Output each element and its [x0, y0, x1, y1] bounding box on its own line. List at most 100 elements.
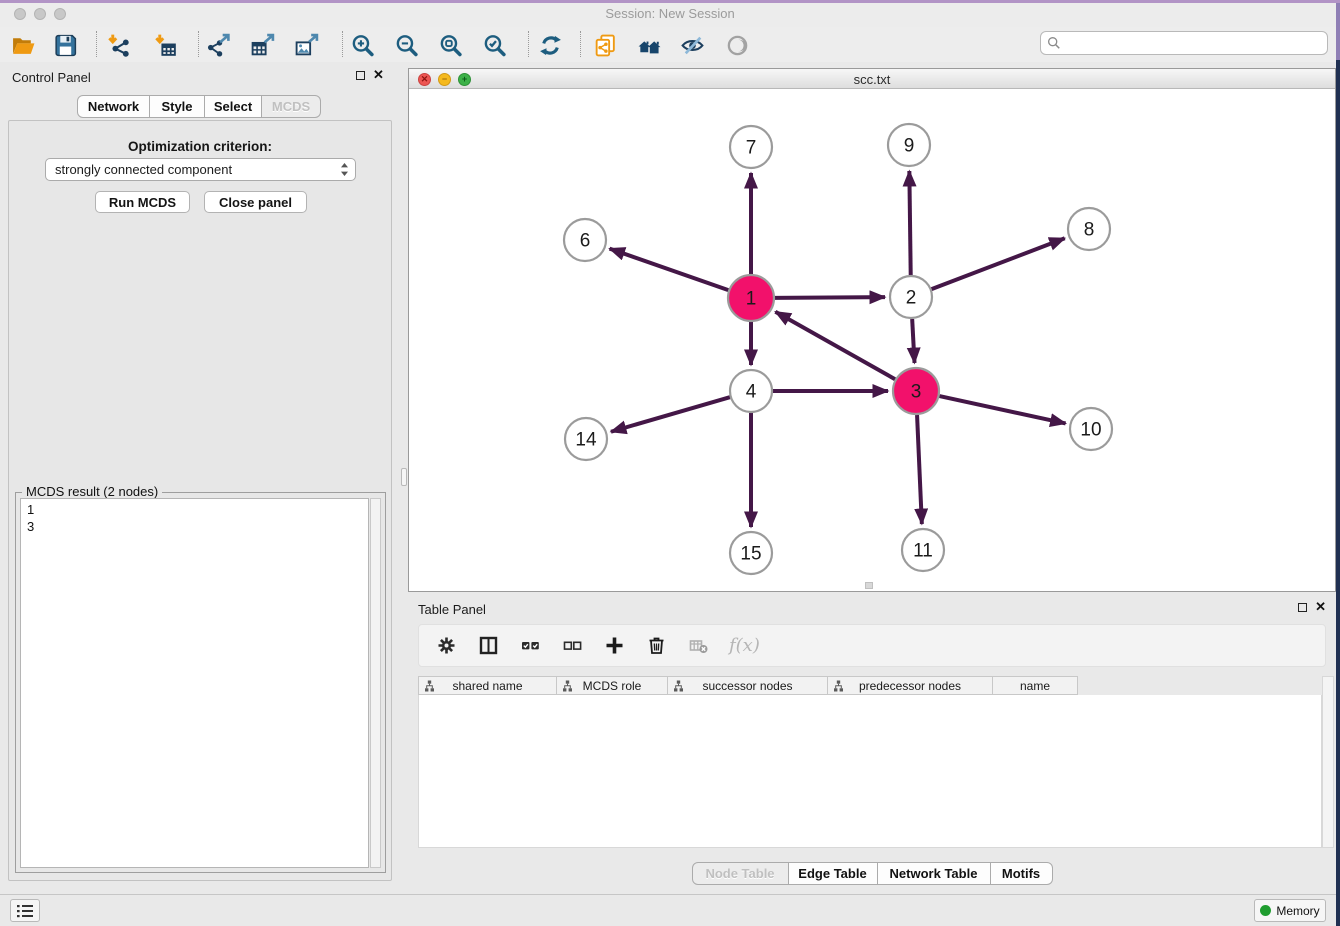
graph-node-9[interactable]: 9: [888, 124, 930, 166]
tab-network-table[interactable]: Network Table: [878, 862, 991, 885]
show-all-icon[interactable]: [723, 31, 751, 59]
control-panel-window-buttons: ✕: [356, 70, 384, 80]
tab-motifs[interactable]: Motifs: [991, 862, 1053, 885]
clone-network-icon[interactable]: [591, 31, 619, 59]
edge-3-10[interactable]: [939, 396, 1065, 423]
task-history-button[interactable]: [10, 899, 40, 922]
column-header-mcds-role[interactable]: MCDS role: [557, 676, 668, 695]
graph-node-11[interactable]: 11: [902, 529, 944, 571]
search-input[interactable]: [1061, 35, 1327, 51]
edge-2-3[interactable]: [912, 319, 914, 363]
tab-edge-table[interactable]: Edge Table: [789, 862, 878, 885]
import-network-icon[interactable]: [104, 31, 132, 59]
graph-node-14[interactable]: 14: [565, 418, 607, 460]
hide-selected-icon[interactable]: [678, 31, 706, 59]
edge-2-8[interactable]: [932, 238, 1065, 289]
network-canvas[interactable]: 1 2 3 4 6 7 8 9 10 11 14 15: [409, 89, 1335, 591]
titlebar: Session: New Session: [0, 0, 1340, 28]
network-window-titlebar: ✕ − + scc.txt: [409, 69, 1335, 89]
result-scrollbar[interactable]: [370, 498, 381, 868]
graph-node-7[interactable]: 7: [730, 126, 772, 168]
tab-select[interactable]: Select: [205, 95, 262, 118]
control-panel-tabs: Network Style Select MCDS: [77, 95, 321, 118]
export-network-icon[interactable]: [204, 31, 232, 59]
zoom-out-icon[interactable]: [392, 31, 420, 59]
tree-hierarchy-icon: [673, 680, 684, 695]
save-session-icon[interactable]: [51, 31, 79, 59]
graph-node-2[interactable]: 2: [890, 276, 932, 318]
desktop-edge: [1336, 0, 1340, 926]
deselect-all-icon[interactable]: [561, 635, 583, 657]
run-mcds-button[interactable]: Run MCDS: [95, 191, 190, 213]
canvas-resize-grip[interactable]: [865, 582, 873, 589]
close-table-panel-icon[interactable]: ✕: [1315, 602, 1326, 612]
close-panel-icon[interactable]: ✕: [373, 70, 384, 80]
node-label: 2: [906, 288, 917, 309]
graph-node-3[interactable]: 3: [893, 368, 939, 414]
delete-table-icon[interactable]: [687, 635, 709, 657]
graph-node-1[interactable]: 1: [728, 275, 774, 321]
edge-1-6[interactable]: [610, 249, 729, 291]
control-panel-title: Control Panel: [12, 70, 91, 85]
float-table-panel-icon[interactable]: [1298, 603, 1307, 612]
network-window-title: scc.txt: [409, 72, 1335, 87]
zoom-selected-icon[interactable]: [480, 31, 508, 59]
window-border-top: [0, 0, 1340, 3]
column-header-successor-nodes[interactable]: successor nodes: [668, 676, 828, 695]
node-label: 14: [575, 430, 597, 451]
open-session-icon[interactable]: [9, 31, 37, 59]
edge-3-1[interactable]: [775, 312, 895, 379]
dropdown-stepper-icon: [340, 162, 349, 177]
edge-4-14[interactable]: [611, 397, 730, 432]
graph-node-10[interactable]: 10: [1070, 408, 1112, 450]
column-header-name[interactable]: name: [993, 676, 1078, 695]
refresh-view-icon[interactable]: [536, 31, 564, 59]
list-icon: [17, 904, 34, 918]
network-view-window: ✕ − + scc.txt 1 2 3 4 6 7 8 9 10 11 14 15: [408, 68, 1336, 592]
node-label: 9: [904, 136, 915, 157]
optimization-criterion-dropdown[interactable]: strongly connected component: [45, 158, 356, 181]
float-panel-icon[interactable]: [356, 71, 365, 80]
divider-grip[interactable]: [401, 468, 407, 486]
export-image-icon[interactable]: [292, 31, 320, 59]
search-field[interactable]: [1040, 31, 1328, 55]
tab-style[interactable]: Style: [150, 95, 205, 118]
memory-button[interactable]: Memory: [1254, 899, 1326, 922]
select-all-icon[interactable]: [519, 635, 541, 657]
status-bar: Memory: [0, 894, 1340, 926]
edge-2-9[interactable]: [909, 171, 910, 275]
table-panel: Table Panel ✕: [408, 596, 1336, 894]
column-header-shared-name[interactable]: shared name: [418, 676, 557, 695]
graph-node-8[interactable]: 8: [1068, 208, 1110, 250]
column-label: successor nodes: [702, 679, 792, 693]
graph-node-6[interactable]: 6: [564, 219, 606, 261]
first-neighbors-icon[interactable]: [635, 31, 663, 59]
import-table-icon[interactable]: [151, 31, 179, 59]
node-label: 15: [740, 544, 761, 565]
column-visibility-icon[interactable]: [477, 635, 499, 657]
table-scrollbar[interactable]: [1322, 676, 1334, 848]
add-column-icon[interactable]: [603, 635, 625, 657]
tab-mcds[interactable]: MCDS: [262, 95, 321, 118]
tab-node-table[interactable]: Node Table: [692, 862, 789, 885]
zoom-in-icon[interactable]: [348, 31, 376, 59]
delete-column-icon[interactable]: [645, 635, 667, 657]
main-toolbar: [0, 27, 1340, 63]
function-builder-icon[interactable]: f(x): [729, 635, 760, 656]
memory-label: Memory: [1276, 904, 1319, 918]
table-panel-title: Table Panel: [418, 602, 486, 617]
graph-node-15[interactable]: 15: [730, 532, 772, 574]
edge-3-11[interactable]: [917, 415, 922, 524]
settings-gear-icon[interactable]: [435, 635, 457, 657]
edge-1-2[interactable]: [775, 297, 885, 298]
zoom-fit-icon[interactable]: [436, 31, 464, 59]
tab-network[interactable]: Network: [77, 95, 150, 118]
column-header-predecessor-nodes[interactable]: predecessor nodes: [828, 676, 993, 695]
mcds-result-list[interactable]: 1 3: [20, 498, 369, 868]
table-toolbar: f(x): [418, 624, 1326, 667]
graph-node-4[interactable]: 4: [730, 370, 772, 412]
node-label: 7: [746, 138, 757, 159]
close-panel-button[interactable]: Close panel: [204, 191, 307, 213]
mcds-result-group: MCDS result (2 nodes) 1 3: [15, 492, 386, 873]
export-table-icon[interactable]: [248, 31, 276, 59]
